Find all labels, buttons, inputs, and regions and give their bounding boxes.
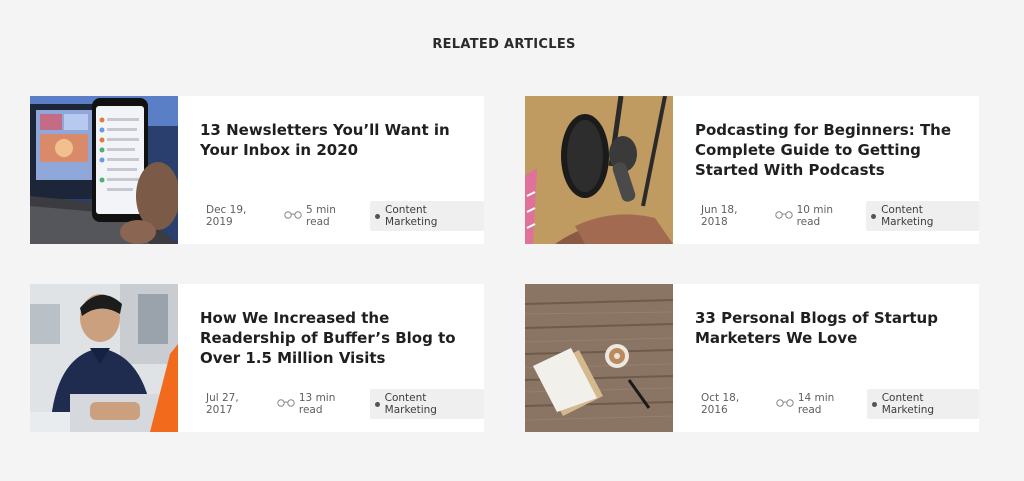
category-label: Content Marketing: [385, 204, 438, 228]
article-card[interactable]: How We Increased the Readership of Buffe…: [30, 284, 484, 432]
read-time: 13 min read: [277, 392, 360, 416]
article-meta: Jul 27, 2017 13 min read Content Marketi…: [206, 389, 484, 419]
category-label: Content Marketing: [881, 392, 935, 416]
read-time: 10 min read: [774, 204, 857, 228]
article-card[interactable]: 13 Newsletters You’ll Want in Your Inbox…: [30, 96, 485, 244]
section-title: RELATED ARTICLES: [432, 37, 576, 52]
article-thumbnail-desk-coffee[interactable]: [525, 284, 673, 432]
article-thumbnail-person-laptop[interactable]: [30, 284, 178, 432]
article-meta: Jun 18, 2018 10 min read Content Marketi…: [701, 201, 979, 231]
read-time-label: 14 min read: [797, 392, 835, 416]
article-thumbnail-laptop-phone[interactable]: [30, 96, 178, 244]
article-card[interactable]: Podcasting for Beginners: The Complete G…: [525, 96, 979, 244]
glasses-icon: [277, 398, 295, 410]
article-title[interactable]: 13 Newsletters You’ll Want in Your Inbox…: [200, 120, 464, 160]
category-tag[interactable]: Content Marketing: [866, 201, 979, 231]
article-title[interactable]: How We Increased the Readership of Buffe…: [200, 308, 464, 368]
article-date: Dec 19, 2019: [206, 204, 247, 228]
category-dot-icon: [871, 401, 877, 407]
category-tag[interactable]: Content Marketing: [370, 201, 485, 231]
article-date: Jun 18, 2018: [701, 204, 738, 228]
read-time-label: 5 min read: [306, 204, 336, 228]
article-date: Oct 18, 2016: [701, 392, 740, 416]
article-thumbnail-microphone[interactable]: [525, 96, 673, 244]
article-card[interactable]: 33 Personal Blogs of Startup Marketers W…: [525, 284, 979, 432]
category-tag[interactable]: Content Marketing: [369, 389, 484, 419]
read-time: 5 min read: [284, 204, 360, 228]
article-date: Jul 27, 2017: [206, 392, 239, 416]
read-time-label: 10 min read: [796, 204, 834, 228]
category-dot-icon: [871, 213, 877, 219]
article-meta: Dec 19, 2019 5 min read Content Marketin…: [206, 201, 485, 231]
article-meta: Oct 18, 2016 14 min read Content Marketi…: [701, 389, 979, 419]
glasses-icon: [776, 398, 794, 410]
glasses-icon: [774, 210, 793, 222]
category-label: Content Marketing: [881, 204, 934, 228]
glasses-icon: [284, 210, 302, 222]
category-dot-icon: [374, 401, 380, 407]
article-title[interactable]: Podcasting for Beginners: The Complete G…: [695, 120, 959, 180]
category-tag[interactable]: Content Marketing: [866, 389, 979, 419]
read-time-label: 13 min read: [298, 392, 336, 416]
article-title[interactable]: 33 Personal Blogs of Startup Marketers W…: [695, 308, 959, 348]
read-time: 14 min read: [776, 392, 857, 416]
category-dot-icon: [375, 213, 381, 219]
category-label: Content Marketing: [384, 392, 437, 416]
